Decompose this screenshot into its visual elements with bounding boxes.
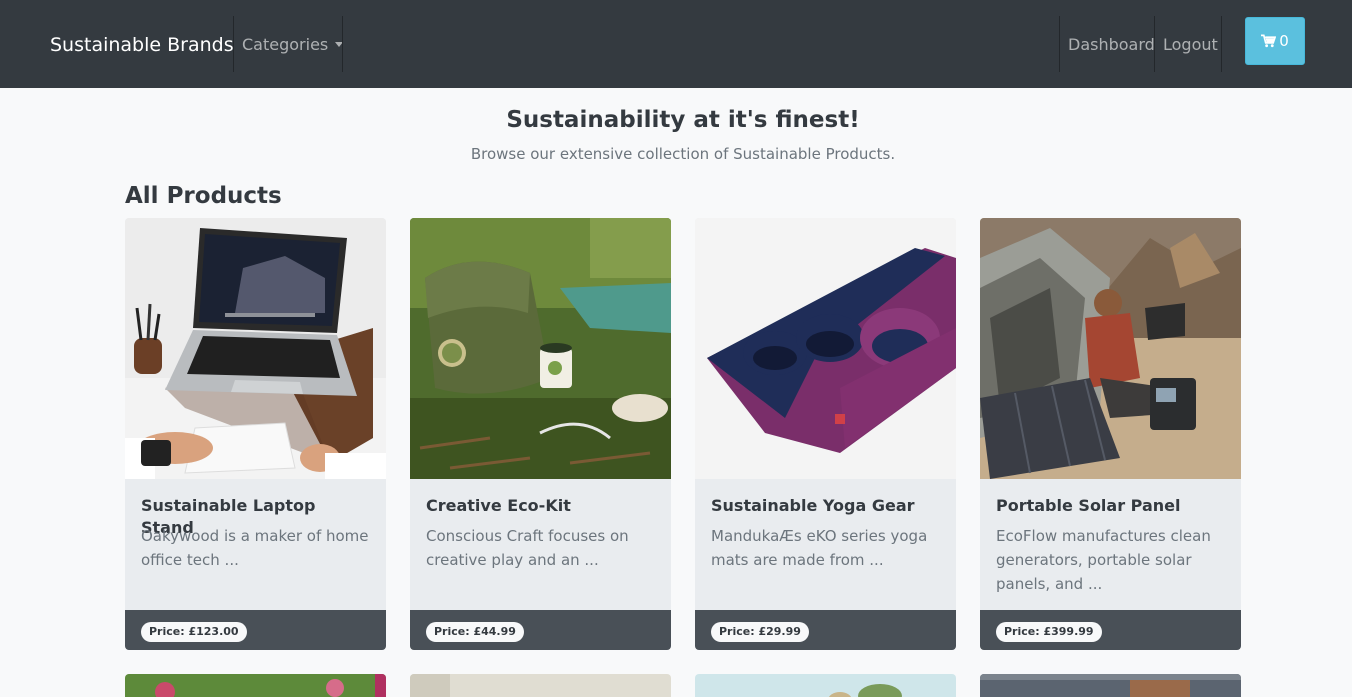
cart-count: 0 <box>1279 32 1289 50</box>
shopping-cart-icon <box>1261 34 1277 48</box>
product-image[interactable] <box>125 674 386 697</box>
card-footer: Price: £399.99 <box>980 610 1241 650</box>
brand-logo-link[interactable]: Sustainable Brands <box>50 33 234 57</box>
product-image[interactable] <box>980 674 1241 697</box>
product-card-partial[interactable] <box>410 674 671 697</box>
card-footer: Price: £123.00 <box>125 610 386 650</box>
product-card[interactable]: Portable Solar Panel EcoFlow manufacture… <box>980 218 1241 650</box>
product-image[interactable] <box>125 218 386 479</box>
product-card-partial[interactable] <box>125 674 386 697</box>
nav-divider <box>1221 16 1222 72</box>
top-navbar: Sustainable Brands Categories Dashboard … <box>0 0 1352 88</box>
product-card[interactable]: Sustainable Yoga Gear MandukaÆs eKO seri… <box>695 218 956 650</box>
categories-label: Categories <box>242 35 329 54</box>
section-title: All Products <box>125 183 282 209</box>
nav-divider <box>1154 16 1155 72</box>
nav-divider <box>1059 16 1060 72</box>
product-title[interactable]: Portable Solar Panel <box>996 495 1228 517</box>
dashboard-link[interactable]: Dashboard <box>1068 34 1155 56</box>
product-description: EcoFlow manufactures clean generators, p… <box>996 527 1211 593</box>
product-description: MandukaÆs eKO series yoga mats are made … <box>711 527 928 569</box>
price-badge: Price: £29.99 <box>711 622 809 642</box>
card-footer: Price: £29.99 <box>695 610 956 650</box>
product-image[interactable] <box>695 674 956 697</box>
product-image[interactable] <box>980 218 1241 479</box>
product-card[interactable]: Creative Eco-Kit Conscious Craft focuses… <box>410 218 671 650</box>
categories-dropdown[interactable]: Categories <box>242 34 344 56</box>
price-badge: Price: £123.00 <box>141 622 247 642</box>
product-title[interactable]: Sustainable Yoga Gear <box>711 495 943 517</box>
card-footer: Price: £44.99 <box>410 610 671 650</box>
product-image[interactable] <box>410 218 671 479</box>
price-badge: Price: £399.99 <box>996 622 1102 642</box>
product-card[interactable]: Sustainable Laptop Stand Oakywood is a m… <box>125 218 386 650</box>
hero-title: Sustainability at it's finest! <box>506 107 860 133</box>
product-description: Oakywood is a maker of home office tech … <box>141 527 369 569</box>
product-title[interactable]: Creative Eco-Kit <box>426 495 658 517</box>
nav-divider <box>342 16 343 72</box>
logout-link[interactable]: Logout <box>1163 34 1218 56</box>
nav-divider <box>233 16 234 72</box>
product-card-partial[interactable] <box>980 674 1241 697</box>
cart-button[interactable]: 0 <box>1245 17 1305 65</box>
product-image[interactable] <box>410 674 671 697</box>
product-description: Conscious Craft focuses on creative play… <box>426 527 629 569</box>
product-card-partial[interactable] <box>695 674 956 697</box>
price-badge: Price: £44.99 <box>426 622 524 642</box>
hero-subtitle: Browse our extensive collection of Susta… <box>470 145 896 163</box>
product-image[interactable] <box>695 218 956 479</box>
